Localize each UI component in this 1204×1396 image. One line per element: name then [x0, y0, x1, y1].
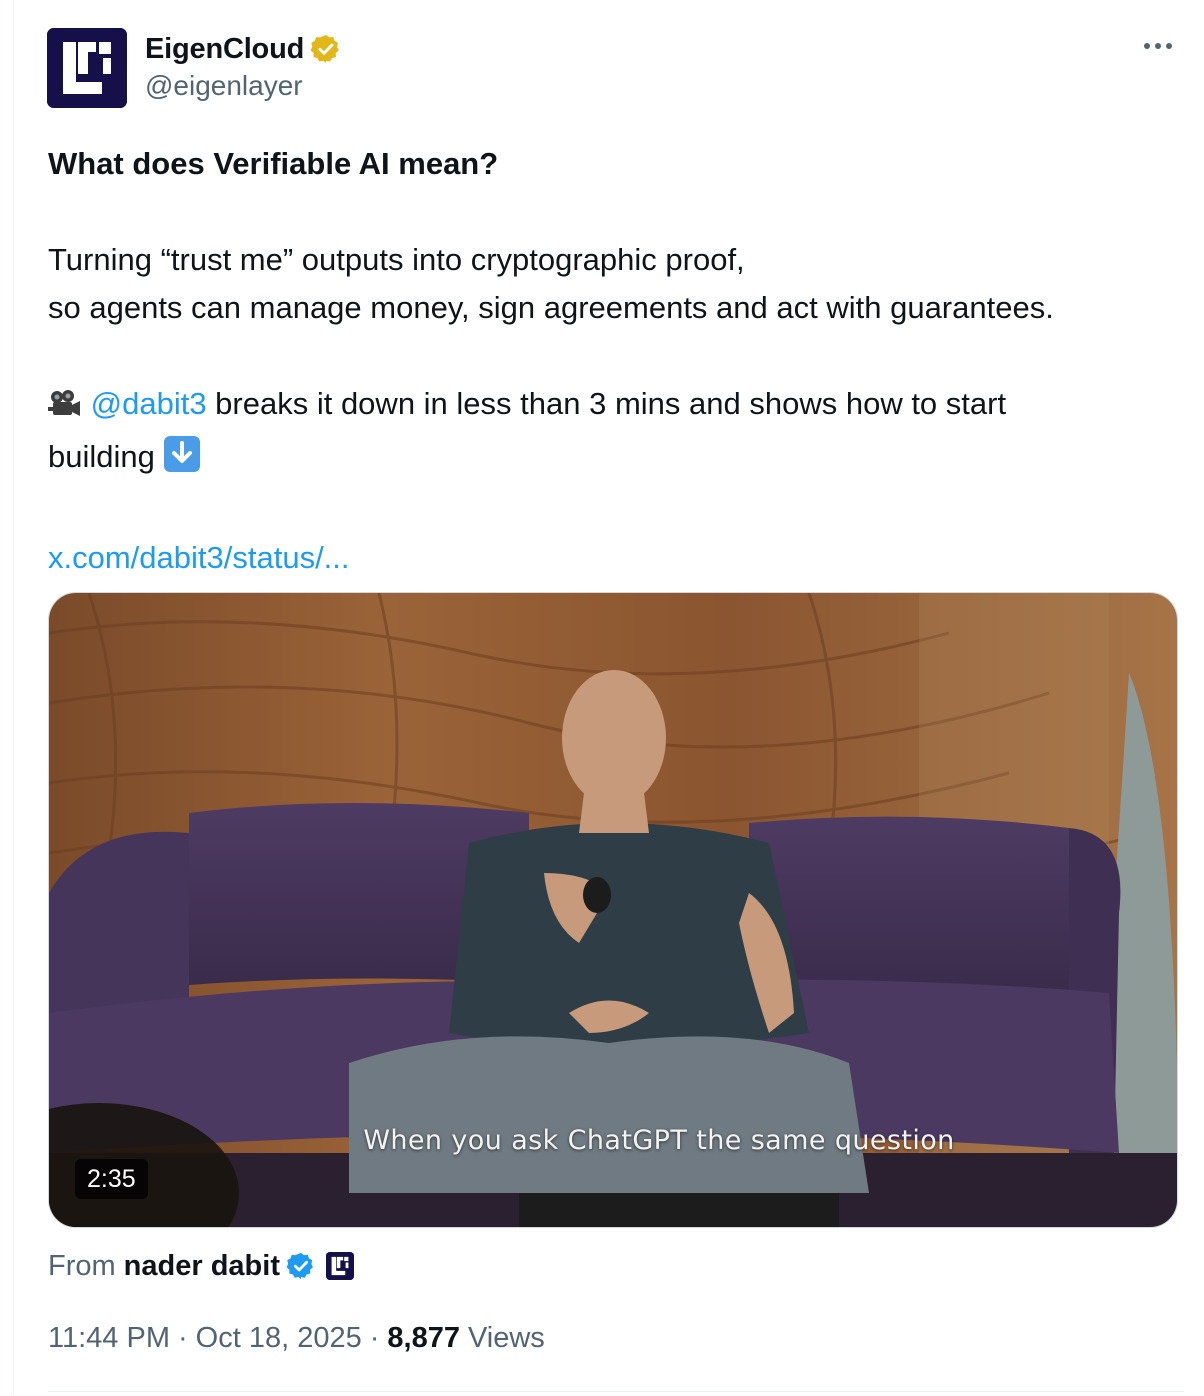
gold-verified-icon[interactable] — [310, 33, 342, 65]
tweet-word: building — [48, 439, 155, 474]
divider — [48, 1391, 1184, 1392]
tweet-time[interactable]: 11:44 PM — [48, 1322, 170, 1355]
blue-verified-icon[interactable] — [286, 1251, 316, 1281]
tweet-date[interactable]: Oct 18, 2025 — [196, 1322, 362, 1355]
video-player[interactable]: When you ask ChatGPT the same question 2… — [48, 592, 1178, 1228]
more-options-button[interactable] — [1140, 32, 1176, 60]
separator: · — [369, 1322, 380, 1354]
source-author-name[interactable]: nader dabit — [124, 1250, 280, 1283]
tweet-header: EigenCloud @eigenlayer — [47, 28, 1180, 108]
views-label: Views — [467, 1322, 545, 1354]
video-duration-badge: 2:35 — [75, 1159, 148, 1199]
more-dots-icon — [1144, 43, 1172, 49]
tweet-headline: What does Verifiable AI mean? — [48, 146, 499, 181]
from-label: From — [48, 1249, 116, 1282]
down-arrow-icon — [163, 436, 200, 486]
eigencloud-logo-icon — [47, 28, 127, 108]
tweet-line: Turning “trust me” outputs into cryptogr… — [48, 242, 745, 277]
tweet-meta: 11:44 PM · Oct 18, 2025 · 8,877 Views — [48, 1322, 545, 1355]
mention-link[interactable]: @dabit3 — [91, 386, 207, 421]
views-count[interactable]: 8,877 — [387, 1322, 460, 1355]
video-attribution: From nader dabit — [48, 1246, 354, 1286]
author-display-name[interactable]: EigenCloud — [145, 33, 304, 66]
tweet-mention-line: @dabit3 breaks it down in less than 3 mi… — [48, 380, 1188, 433]
video-caption: When you ask ChatGPT the same question — [363, 1125, 955, 1156]
separator: · — [177, 1322, 188, 1354]
tweet-line: so agents can manage money, sign agreeme… — [48, 290, 1054, 325]
timeline-border — [13, 0, 14, 1396]
tweet-line: breaks it down in less than 3 mins and s… — [206, 386, 1007, 421]
author-avatar[interactable] — [47, 28, 127, 108]
movie-camera-icon — [48, 385, 82, 433]
tweet-url-link[interactable]: x.com/dabit3/status/... — [48, 540, 350, 575]
author-handle[interactable]: @eigenlayer — [145, 70, 342, 102]
eigencloud-affiliate-icon[interactable] — [325, 1252, 354, 1280]
tweet-body: What does Verifiable AI mean? Turning “t… — [48, 140, 1188, 582]
tweet-line-building: building — [48, 433, 1188, 486]
